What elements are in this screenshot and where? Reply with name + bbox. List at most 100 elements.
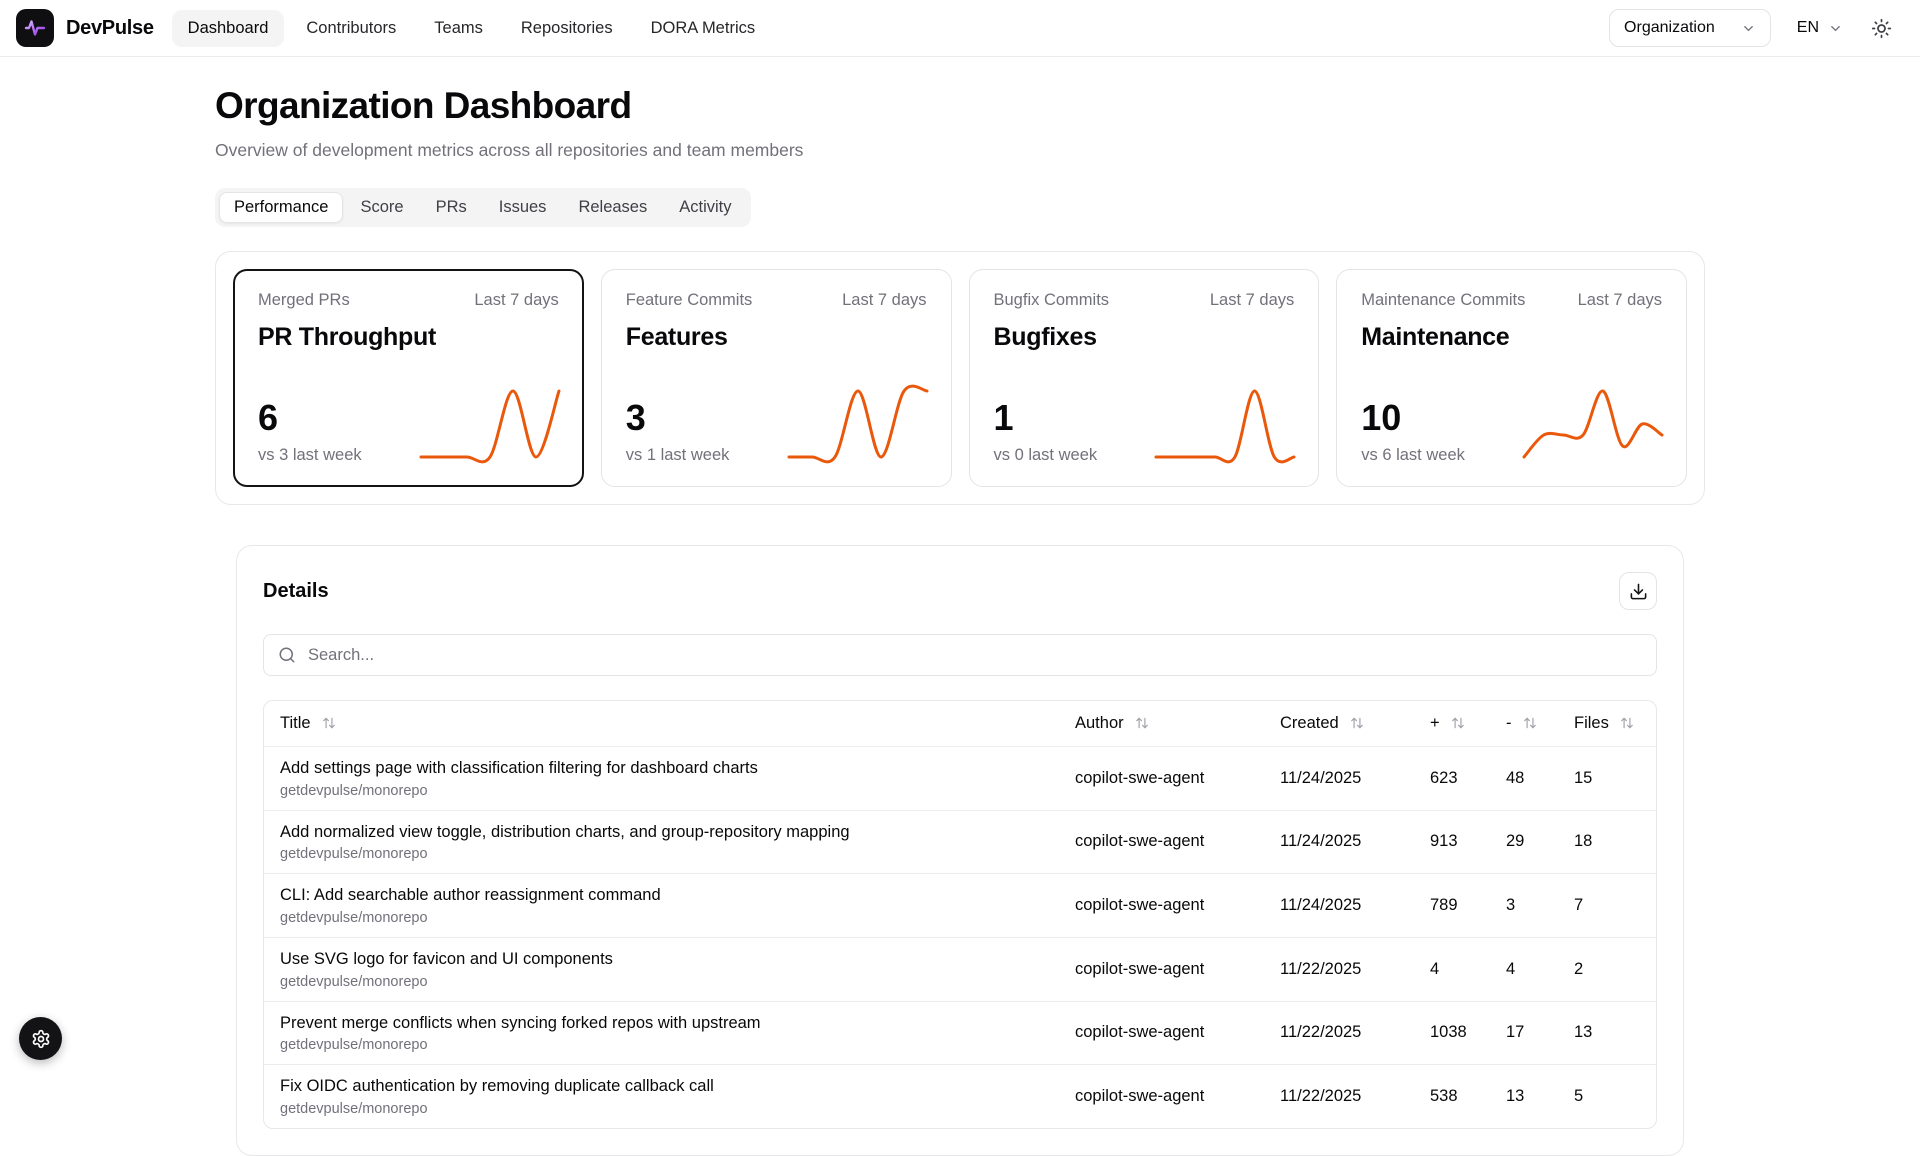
sun-icon xyxy=(1871,18,1892,39)
column-header[interactable]: Created xyxy=(1264,701,1414,747)
metric-card[interactable]: Bugfix Commits Last 7 days Bugfixes 1 vs… xyxy=(969,269,1320,487)
cell-additions: 4 xyxy=(1414,937,1490,1001)
cell-additions: 789 xyxy=(1414,874,1490,938)
sort-icon xyxy=(1523,716,1537,730)
metric-value: 3 xyxy=(626,400,730,436)
column-header[interactable]: + xyxy=(1414,701,1490,747)
cell-author: copilot-swe-agent xyxy=(1059,874,1264,938)
pr-title: Fix OIDC authentication by removing dupl… xyxy=(280,1076,1043,1097)
main-content: Organization Dashboard Overview of devel… xyxy=(215,85,1705,1156)
theme-toggle-button[interactable] xyxy=(1869,16,1894,41)
pr-title: Use SVG logo for favicon and UI componen… xyxy=(280,949,1043,970)
chevron-down-icon xyxy=(1828,21,1843,36)
details-table: Title Author Created + - Files xyxy=(263,700,1657,1129)
pr-repo: getdevpulse/monorepo xyxy=(280,1037,1043,1053)
metric-label: Maintenance Commits xyxy=(1361,291,1525,310)
metric-label: Feature Commits xyxy=(626,291,753,310)
language-label: EN xyxy=(1797,19,1819,37)
download-icon xyxy=(1629,582,1648,601)
main-nav: Dashboard Contributors Teams Repositorie… xyxy=(172,10,771,47)
top-nav-bar: DevPulse Dashboard Contributors Teams Re… xyxy=(0,0,1920,57)
nav-item[interactable]: Repositories xyxy=(505,10,629,47)
tab[interactable]: Releases xyxy=(563,192,662,223)
metric-period: Last 7 days xyxy=(474,291,558,310)
sort-icon xyxy=(1620,716,1634,730)
cell-deletions: 17 xyxy=(1490,1001,1558,1065)
devpulse-logo[interactable] xyxy=(16,9,54,47)
column-header[interactable]: - xyxy=(1490,701,1558,747)
settings-fab-button[interactable] xyxy=(19,1017,62,1060)
metric-title: Bugfixes xyxy=(994,323,1295,352)
metric-comparison: vs 0 last week xyxy=(994,446,1098,465)
column-header-label: Created xyxy=(1280,714,1339,732)
table-row[interactable]: CLI: Add searchable author reassignment … xyxy=(264,874,1656,938)
cell-deletions: 4 xyxy=(1490,937,1558,1001)
brand-name: DevPulse xyxy=(66,17,154,40)
table-row[interactable]: Use SVG logo for favicon and UI componen… xyxy=(264,937,1656,1001)
cell-title: Add normalized view toggle, distribution… xyxy=(264,810,1059,874)
pr-repo: getdevpulse/monorepo xyxy=(280,846,1043,862)
metric-label: Merged PRs xyxy=(258,291,350,310)
metric-value: 10 xyxy=(1361,400,1465,436)
nav-item[interactable]: DORA Metrics xyxy=(635,10,772,47)
tab[interactable]: Score xyxy=(345,192,418,223)
pr-title: Add normalized view toggle, distribution… xyxy=(280,822,1043,843)
metric-card[interactable]: Feature Commits Last 7 days Features 3 v… xyxy=(601,269,952,487)
cell-author: copilot-swe-agent xyxy=(1059,747,1264,811)
cell-additions: 623 xyxy=(1414,747,1490,811)
cell-title: Prevent merge conflicts when syncing for… xyxy=(264,1001,1059,1065)
metric-comparison: vs 6 last week xyxy=(1361,446,1465,465)
nav-item[interactable]: Teams xyxy=(418,10,499,47)
metric-period: Last 7 days xyxy=(1578,291,1662,310)
column-header-label: + xyxy=(1430,714,1440,732)
cell-additions: 913 xyxy=(1414,810,1490,874)
table-row[interactable]: Prevent merge conflicts when syncing for… xyxy=(264,1001,1656,1065)
cell-author: copilot-swe-agent xyxy=(1059,810,1264,874)
cell-author: copilot-swe-agent xyxy=(1059,1065,1264,1128)
header-controls: Organization EN xyxy=(1609,9,1894,47)
organization-selector[interactable]: Organization xyxy=(1609,9,1771,47)
cell-deletions: 13 xyxy=(1490,1065,1558,1128)
search-icon xyxy=(278,646,296,664)
cell-files: 13 xyxy=(1558,1001,1656,1065)
cell-title: Fix OIDC authentication by removing dupl… xyxy=(264,1065,1059,1128)
column-header[interactable]: Title xyxy=(264,701,1059,747)
cell-created: 11/24/2025 xyxy=(1264,810,1414,874)
cell-files: 18 xyxy=(1558,810,1656,874)
tab[interactable]: Issues xyxy=(484,192,562,223)
pr-title: Add settings page with classification fi… xyxy=(280,758,1043,779)
tab[interactable]: Activity xyxy=(664,192,746,223)
column-header[interactable]: Files xyxy=(1558,701,1656,747)
metric-value: 1 xyxy=(994,400,1098,436)
cell-additions: 538 xyxy=(1414,1065,1490,1128)
search-bar xyxy=(263,634,1657,676)
metric-period: Last 7 days xyxy=(1210,291,1294,310)
metric-period: Last 7 days xyxy=(842,291,926,310)
column-header[interactable]: Author xyxy=(1059,701,1264,747)
table-header-row: Title Author Created + - Files xyxy=(264,701,1656,747)
metric-label: Bugfix Commits xyxy=(994,291,1110,310)
details-heading: Details xyxy=(263,580,329,603)
sparkline-chart xyxy=(421,383,559,465)
cell-author: copilot-swe-agent xyxy=(1059,937,1264,1001)
metric-cards-group: Merged PRs Last 7 days PR Throughput 6 v… xyxy=(215,251,1705,505)
table-row[interactable]: Fix OIDC authentication by removing dupl… xyxy=(264,1065,1656,1128)
sparkline-chart xyxy=(1524,383,1662,465)
column-header-label: Files xyxy=(1574,714,1609,732)
nav-item[interactable]: Dashboard xyxy=(172,10,285,47)
search-input[interactable] xyxy=(306,645,1642,666)
tab[interactable]: Performance xyxy=(219,192,343,223)
page-subtitle: Overview of development metrics across a… xyxy=(215,140,1705,161)
download-button[interactable] xyxy=(1619,572,1657,610)
pr-title: Prevent merge conflicts when syncing for… xyxy=(280,1013,1043,1034)
cell-deletions: 29 xyxy=(1490,810,1558,874)
metric-card[interactable]: Maintenance Commits Last 7 days Maintena… xyxy=(1336,269,1687,487)
metric-card[interactable]: Merged PRs Last 7 days PR Throughput 6 v… xyxy=(233,269,584,487)
metric-comparison: vs 3 last week xyxy=(258,446,362,465)
tab[interactable]: PRs xyxy=(421,192,482,223)
nav-item[interactable]: Contributors xyxy=(290,10,412,47)
language-selector[interactable]: EN xyxy=(1793,15,1847,41)
table-row[interactable]: Add settings page with classification fi… xyxy=(264,747,1656,811)
cell-created: 11/22/2025 xyxy=(1264,937,1414,1001)
table-row[interactable]: Add normalized view toggle, distribution… xyxy=(264,810,1656,874)
